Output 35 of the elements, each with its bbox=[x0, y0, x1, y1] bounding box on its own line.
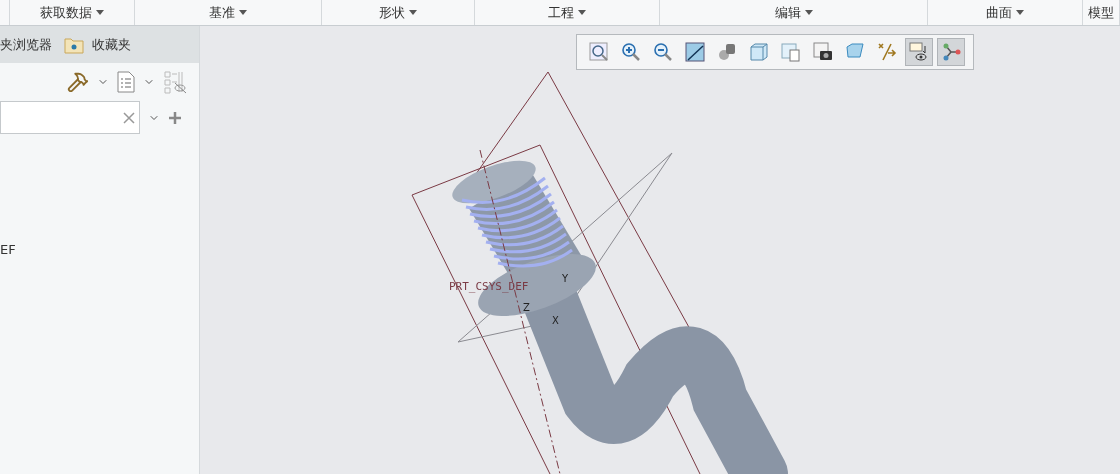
panel-tab[interactable]: 夹浏览器 bbox=[0, 34, 52, 55]
caret-icon bbox=[578, 10, 586, 15]
folder-icon bbox=[64, 35, 84, 54]
caret-icon bbox=[409, 10, 417, 15]
ribbon-group-button[interactable]: 基准 bbox=[209, 2, 247, 23]
ribbon-group-button[interactable]: 模型 bbox=[1088, 2, 1114, 23]
tree-hidden-icon[interactable] bbox=[163, 70, 187, 94]
list-icon[interactable] bbox=[117, 71, 135, 93]
saved-views-icon bbox=[780, 41, 802, 63]
search-icon bbox=[588, 41, 610, 63]
caret-icon bbox=[804, 10, 813, 15]
zoom-out-icon bbox=[652, 41, 674, 63]
search-field[interactable] bbox=[0, 101, 140, 134]
ribbon-group-button[interactable]: 工程 bbox=[548, 2, 586, 23]
ribbon-group-button[interactable]: 获取数据 bbox=[40, 2, 104, 23]
tree-item[interactable]: EF bbox=[0, 240, 16, 260]
zoom-in-icon bbox=[620, 41, 642, 63]
clear-icon[interactable] bbox=[123, 111, 135, 124]
cube-icon bbox=[748, 41, 770, 63]
shaded-spheres-icon bbox=[716, 41, 738, 63]
ribbon-group-button[interactable]: 曲面 bbox=[986, 2, 1024, 23]
ribbon-group-button[interactable]: 编辑 bbox=[774, 2, 813, 23]
axis-label: Z bbox=[523, 302, 530, 313]
datum-icon bbox=[876, 41, 898, 63]
caret-icon bbox=[96, 10, 104, 15]
tools-icon[interactable] bbox=[67, 71, 89, 93]
ribbon-group-button[interactable]: 形状 bbox=[379, 2, 417, 23]
repaint-icon bbox=[684, 41, 706, 63]
plus-icon[interactable] bbox=[168, 110, 182, 125]
caret-icon bbox=[1016, 10, 1024, 15]
panel-tab[interactable]: 收藏夹 bbox=[64, 34, 131, 55]
camera-icon bbox=[812, 41, 834, 63]
caret-icon bbox=[239, 10, 247, 15]
axis-label: X bbox=[552, 315, 559, 326]
axis-label: Y bbox=[562, 273, 569, 284]
